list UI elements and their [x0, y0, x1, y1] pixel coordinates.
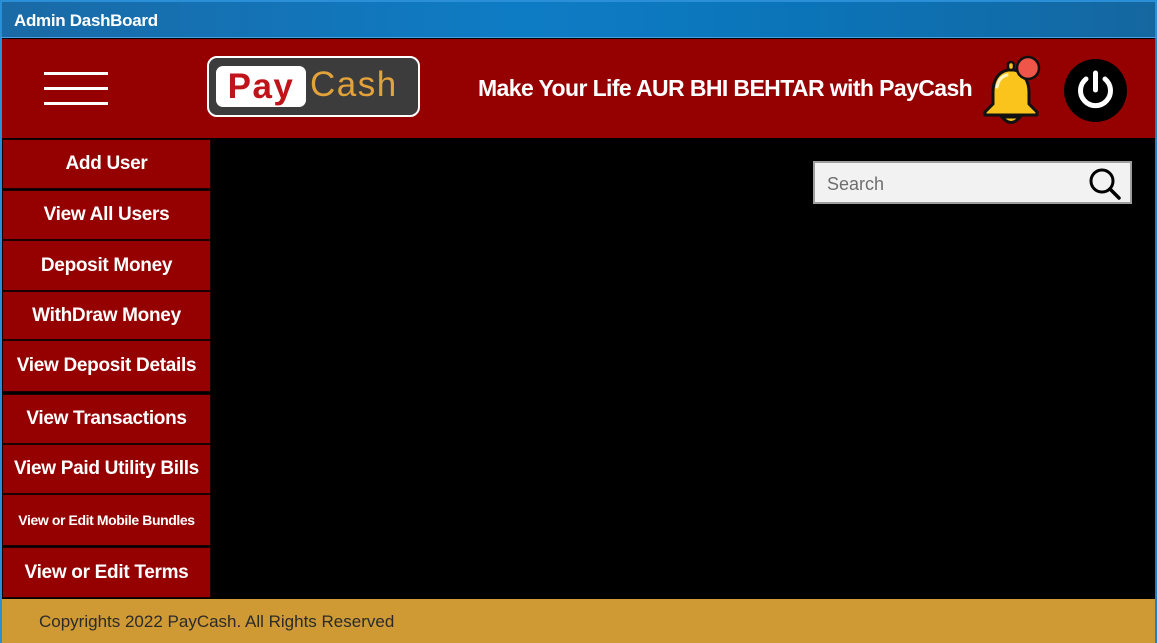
header-tagline: Make Your Life AUR BHI BEHTAR with PayCa…	[478, 75, 973, 101]
search-input[interactable]	[825, 169, 1084, 199]
sidebar-item-deposit-money[interactable]: Deposit Money	[2, 240, 211, 291]
sidebar-item-view-all-users[interactable]: View All Users	[2, 190, 211, 240]
sidebar-item-view-edit-terms[interactable]: View or Edit Terms	[2, 547, 211, 598]
power-icon[interactable]	[1064, 59, 1127, 122]
window-titlebar: Admin DashBoard	[0, 0, 1157, 38]
logo-pay-text: Pay	[216, 66, 306, 107]
copyright-text: Copyrights 2022 PayCash. All Rights Rese…	[39, 612, 395, 631]
paycash-logo: Pay Cash	[207, 56, 420, 117]
sidebar-item-withdraw-money[interactable]: WithDraw Money	[2, 291, 211, 340]
hamburger-menu-icon[interactable]	[44, 72, 108, 106]
sidebar-item-view-edit-mobile-bundles[interactable]: View or Edit Mobile Bundles	[2, 494, 211, 546]
app-footer: Copyrights 2022 PayCash. All Rights Rese…	[2, 599, 1155, 643]
sidebar-item-view-transactions[interactable]: View Transactions	[2, 394, 211, 444]
sidebar-item-add-user[interactable]: Add User	[2, 139, 211, 189]
window-title: Admin DashBoard	[14, 11, 158, 30]
sidebar-nav: Add User View All Users Deposit Money Wi…	[2, 139, 212, 598]
app-header: Pay Cash Make Your Life AUR BHI BEHTAR w…	[2, 39, 1155, 138]
sidebar-item-view-deposit-details[interactable]: View Deposit Details	[2, 340, 211, 392]
search-icon[interactable]	[1087, 167, 1123, 200]
bell-icon[interactable]	[977, 54, 1047, 124]
sidebar-item-view-paid-utility-bills[interactable]: View Paid Utility Bills	[2, 444, 211, 494]
search-box	[813, 161, 1132, 204]
logo-cash-text: Cash	[310, 65, 398, 104]
